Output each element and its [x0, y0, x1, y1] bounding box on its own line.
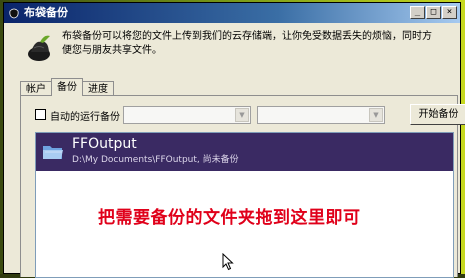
folder-name: FFOutput — [72, 136, 137, 152]
close-button[interactable]: × — [442, 6, 457, 19]
maximize-button[interactable]: □ — [426, 6, 441, 19]
tab-account[interactable]: 帐户 — [20, 81, 52, 96]
tab-backup[interactable]: 备份 — [51, 78, 83, 96]
window-title: 布袋备份 — [24, 6, 68, 19]
title-bar[interactable]: 布袋备份 _ □ × — [4, 3, 460, 23]
cloth-bag-logo-icon — [28, 35, 50, 61]
window-controls: _ □ × — [410, 6, 457, 19]
chevron-down-icon[interactable]: ▼ — [235, 108, 249, 122]
chevron-down-icon[interactable]: ▼ — [369, 108, 383, 122]
backup-folder-list[interactable]: FFOutput D:\My Documents\FFOutput, 尚未备份 … — [35, 132, 454, 278]
backup-options-row: 自动的运行备份 ▼ ▼ 开始备份 — [35, 104, 465, 126]
app-window: 布袋备份 _ □ × 布袋备份可以将您的文件上传到我们的云存储端，让你免受数据丢… — [3, 2, 465, 278]
autorun-label: 自动的运行备份 — [50, 112, 120, 123]
tab-bar: 帐户 备份 进度 — [20, 78, 114, 96]
schedule-time-select[interactable]: ▼ — [257, 106, 385, 124]
drop-hint-text: 把需要备份的文件夹拖到这里即可 — [98, 208, 361, 228]
folder-icon — [43, 146, 63, 159]
tab-progress[interactable]: 进度 — [82, 81, 114, 96]
app-logo-icon — [9, 8, 19, 19]
minimize-button[interactable]: _ — [410, 6, 425, 19]
backup-tab-panel: 自动的运行备份 ▼ ▼ 开始备份 FFOutput D:\My Document… — [20, 95, 465, 278]
autorun-checkbox[interactable] — [35, 109, 46, 120]
folder-list-item[interactable]: FFOutput D:\My Documents\FFOutput, 尚未备份 — [36, 133, 453, 171]
start-backup-button[interactable]: 开始备份 — [410, 104, 465, 125]
mouse-pointer-icon — [222, 253, 234, 271]
folder-path-status: D:\My Documents\FFOutput, 尚未备份 — [72, 155, 239, 165]
intro-section: 布袋备份可以将您的文件上传到我们的云存储端，让你免受数据丢失的烦恼，同时方便您与… — [26, 30, 436, 70]
intro-text: 布袋备份可以将您的文件上传到我们的云存储端，让你免受数据丢失的烦恼，同时方便您与… — [62, 31, 432, 56]
schedule-frequency-select[interactable]: ▼ — [123, 106, 251, 124]
